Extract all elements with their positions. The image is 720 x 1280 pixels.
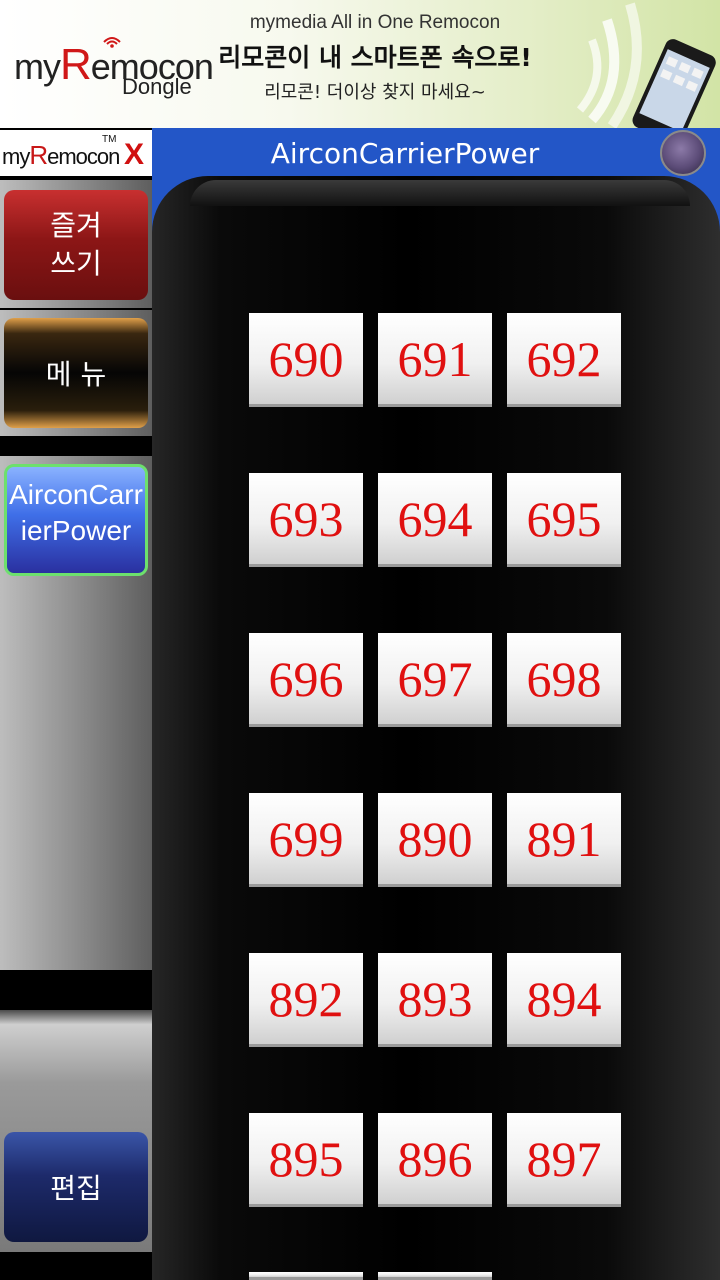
keypad-button[interactable]: 895 <box>249 1113 363 1207</box>
sidebar-logo-rest: emocon <box>47 144 120 169</box>
banner-line-3: 리모콘! 더이상 찾지 마세요~ <box>264 82 486 103</box>
banner-headline: 리모콘이 내 스마트폰 속으로! <box>218 43 532 72</box>
sidebar: myRemocon TM X 즐겨 쓰기 메 뉴 AirconCarrierPo… <box>0 128 152 1280</box>
keypad-button[interactable]: 691 <box>378 313 492 407</box>
sidebar-logo-r: R <box>29 140 48 170</box>
ad-banner[interactable]: myRemocon Dongle mymedia All in One Remo… <box>0 0 720 128</box>
logo-r: R <box>60 40 92 89</box>
menu-button[interactable]: 메 뉴 <box>4 318 148 428</box>
keypad-button[interactable]: 890 <box>378 793 492 887</box>
keypad-button[interactable]: 697 <box>378 633 492 727</box>
keypad-button[interactable]: 695 <box>507 473 621 567</box>
banner-line-1: mymedia All in One Remocon <box>249 12 501 33</box>
remote-header: AirconCarrierPower <box>152 128 720 180</box>
logo-prefix: my <box>14 46 61 87</box>
logo-subtitle: Dongle <box>122 74 192 99</box>
keypad-button[interactable]: 692 <box>507 313 621 407</box>
keypad-button[interactable]: 897 <box>507 1113 621 1207</box>
keypad-button[interactable]: 892 <box>249 953 363 1047</box>
keypad-button[interactable] <box>249 1272 363 1280</box>
logo-x-mark: X <box>124 138 145 171</box>
keypad-button[interactable]: 696 <box>249 633 363 727</box>
current-remote-button[interactable]: AirconCarrierPower <box>4 464 148 576</box>
remote-top-highlight <box>190 180 690 206</box>
banner-text: mymedia All in One Remocon 리모콘이 내 스마트폰 속… <box>205 8 545 108</box>
myremocon-x-logo: myRemocon TM X <box>0 130 152 176</box>
smartphone-icon <box>632 39 716 128</box>
trademark-label: TM <box>102 134 117 145</box>
keypad-button[interactable]: 690 <box>249 313 363 407</box>
keypad-button[interactable]: 893 <box>378 953 492 1047</box>
sidebar-logo-prefix: my <box>2 144 30 169</box>
keypad-button[interactable]: 894 <box>507 953 621 1047</box>
status-indicator-knob[interactable] <box>660 130 706 176</box>
myremocon-dongle-logo: myRemocon Dongle <box>14 30 214 100</box>
edit-button[interactable]: 편집 <box>4 1132 148 1242</box>
favorites-button[interactable]: 즐겨 쓰기 <box>4 190 148 300</box>
keypad-button[interactable]: 699 <box>249 793 363 887</box>
sidebar-divider <box>0 970 152 1010</box>
keypad-button[interactable] <box>378 1272 492 1280</box>
keypad-button[interactable]: 693 <box>249 473 363 567</box>
remote-title: AirconCarrierPower <box>270 137 540 170</box>
keypad-button[interactable]: 694 <box>378 473 492 567</box>
keypad-button[interactable]: 698 <box>507 633 621 727</box>
keypad-button[interactable]: 896 <box>378 1113 492 1207</box>
wifi-icon <box>103 37 121 48</box>
keypad-button[interactable]: 891 <box>507 793 621 887</box>
